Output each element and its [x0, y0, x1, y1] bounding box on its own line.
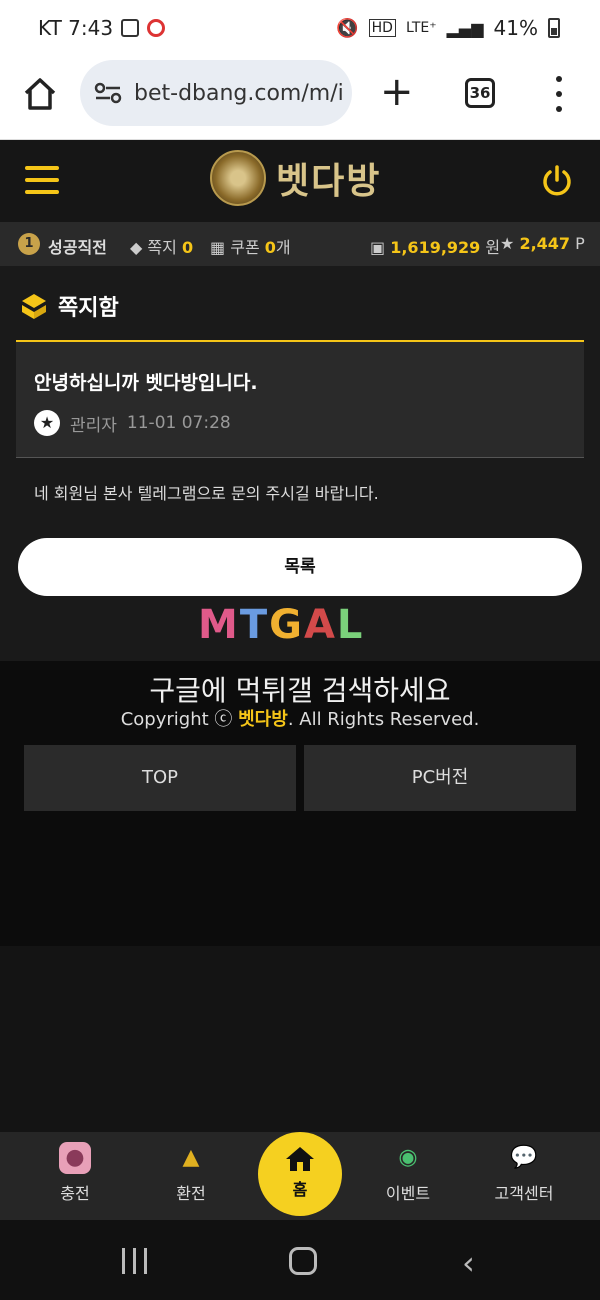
- nav-withdraw-label: 환전: [176, 1184, 206, 1203]
- memo-count: 0: [181, 238, 194, 257]
- money-balance: ▣ 1,619,929 원: [370, 234, 500, 258]
- logo-emblem-icon: [210, 150, 266, 206]
- browser-toolbar: bet-dbang.com/m/i + 36: [0, 56, 600, 140]
- copyright-prefix: Copyright ⓒ: [120, 709, 233, 730]
- browser-menu-button[interactable]: [552, 76, 566, 112]
- mtgal-watermark-logo: MTGAL: [198, 602, 365, 648]
- chat-bubble-icon: 💬: [510, 1145, 538, 1170]
- top-button[interactable]: TOP: [24, 745, 296, 811]
- bottom-navigation: ● 충전 ▲ 환전 홈 ◉ 이벤트 💬 고객센터: [0, 1132, 600, 1220]
- points-unit: P: [575, 234, 585, 253]
- gallery-icon: [121, 19, 140, 37]
- recent-apps-icon[interactable]: [122, 1248, 147, 1274]
- nav-withdraw[interactable]: ▲ 환전: [141, 1142, 241, 1204]
- message-detail-section: 쪽지함 안녕하십니까 벳다방입니다. ★ 관리자 11-01 07:28 네 회…: [0, 266, 600, 661]
- url-text: bet-dbang.com/m/i: [134, 80, 344, 106]
- battery-percent: 41%: [493, 16, 538, 40]
- event-icon: ◉: [398, 1145, 418, 1170]
- carrier-time: KT 7:43: [38, 16, 114, 40]
- memo-icon: ◆: [130, 238, 143, 257]
- message-datetime: 11-01 07:28: [126, 413, 231, 433]
- gold-bars-icon: ▲: [182, 1145, 200, 1170]
- message-meta: ★ 관리자 11-01 07:28: [34, 410, 231, 436]
- nav-deposit-label: 충전: [60, 1184, 90, 1203]
- status-bar: KT 7:43 🔇 HD LTE⁺ ▂▄▆ 41%: [0, 0, 600, 56]
- android-home-icon[interactable]: [289, 1247, 317, 1275]
- nav-support[interactable]: 💬 고객센터: [474, 1142, 574, 1204]
- back-icon[interactable]: ‹: [462, 1244, 475, 1282]
- message-body: 네 회원님 본사 텔레그램으로 문의 주시길 바랍니다.: [34, 484, 379, 503]
- nav-home-label: 홈: [292, 1180, 308, 1199]
- nav-home[interactable]: 홈: [258, 1132, 342, 1216]
- section-heading: 쪽지함: [20, 290, 119, 322]
- status-right: 🔇 HD LTE⁺ ▂▄▆ 41%: [336, 16, 560, 40]
- android-nav-bar: ‹: [0, 1220, 600, 1300]
- wallet-icon: ▣: [370, 238, 386, 257]
- tab-switcher-button[interactable]: 36: [465, 78, 495, 108]
- memo-count-link[interactable]: ◆ 쪽지 0: [130, 234, 193, 258]
- level-badge: 1: [18, 233, 40, 255]
- status-left: KT 7:43: [38, 16, 166, 40]
- coupon-icon: ▦: [210, 238, 226, 257]
- home-icon[interactable]: [22, 76, 58, 112]
- mute-icon: 🔇: [336, 17, 359, 39]
- nickname: 성공직전: [48, 238, 107, 257]
- copyright: Copyright ⓒ 벳다방. All Rights Reserved.: [0, 705, 600, 731]
- site-header: 벳다방: [0, 140, 600, 222]
- star-icon: ★: [500, 234, 515, 253]
- power-icon[interactable]: [540, 164, 574, 198]
- site-settings-icon[interactable]: [94, 82, 122, 104]
- lte-label: LTE⁺: [405, 20, 437, 36]
- piggy-bank-icon: ●: [59, 1142, 91, 1174]
- nav-event[interactable]: ◉ 이벤트: [358, 1142, 458, 1204]
- coupon-count-link[interactable]: ▦ 쿠폰 0개: [210, 234, 291, 258]
- address-bar[interactable]: bet-dbang.com/m/i: [80, 60, 352, 126]
- hamburger-menu-icon[interactable]: [25, 166, 59, 194]
- section-title: 쪽지함: [58, 296, 119, 321]
- site-name: 벳다방: [276, 161, 382, 202]
- money-value: 1,619,929: [390, 238, 481, 257]
- message-sender: 관리자: [70, 415, 117, 436]
- list-button[interactable]: 목록: [18, 538, 582, 596]
- coupon-label: 쿠폰: [230, 238, 260, 257]
- coupon-unit: 개: [275, 238, 291, 257]
- copyright-suffix: . All Rights Reserved.: [287, 709, 480, 730]
- points-value: 2,447: [519, 234, 571, 253]
- network-label: HD: [368, 19, 396, 37]
- memo-label: 쪽지: [147, 238, 177, 257]
- user-info-bar: 1 성공직전 ◆ 쪽지 0 ▦ 쿠폰 0개 ▣ 1,619,929 원 ★ 2,…: [0, 222, 600, 266]
- copyright-brand: 벳다방: [238, 709, 288, 730]
- record-icon: [147, 19, 166, 37]
- point-balance: ★ 2,447 P: [500, 234, 585, 253]
- message-header-box: 안녕하십니까 벳다방입니다. ★ 관리자 11-01 07:28: [16, 340, 584, 458]
- watermark-promo-text: 구글에 먹튀갤 검색하세요: [149, 674, 451, 707]
- nav-deposit[interactable]: ● 충전: [25, 1142, 125, 1204]
- money-unit: 원: [485, 238, 501, 257]
- coupon-count: 0: [264, 238, 276, 257]
- site-logo[interactable]: 벳다방: [210, 150, 381, 206]
- home-nav-icon: [286, 1147, 314, 1171]
- site-footer: 구글에 먹튀갤 검색하세요 Copyright ⓒ 벳다방. All Right…: [0, 661, 600, 946]
- nav-event-label: 이벤트: [385, 1184, 431, 1203]
- battery-icon: [548, 18, 560, 38]
- new-tab-button[interactable]: +: [380, 72, 414, 112]
- memo-box-icon: [22, 294, 46, 319]
- nav-support-label: 고객센터: [494, 1184, 554, 1203]
- pc-version-button[interactable]: PC버전: [304, 745, 576, 811]
- page-background: [0, 946, 600, 1132]
- message-subject: 안녕하십니까 벳다방입니다.: [34, 372, 258, 394]
- signal-icon: ▂▄▆: [446, 18, 484, 38]
- admin-star-icon: ★: [34, 410, 60, 436]
